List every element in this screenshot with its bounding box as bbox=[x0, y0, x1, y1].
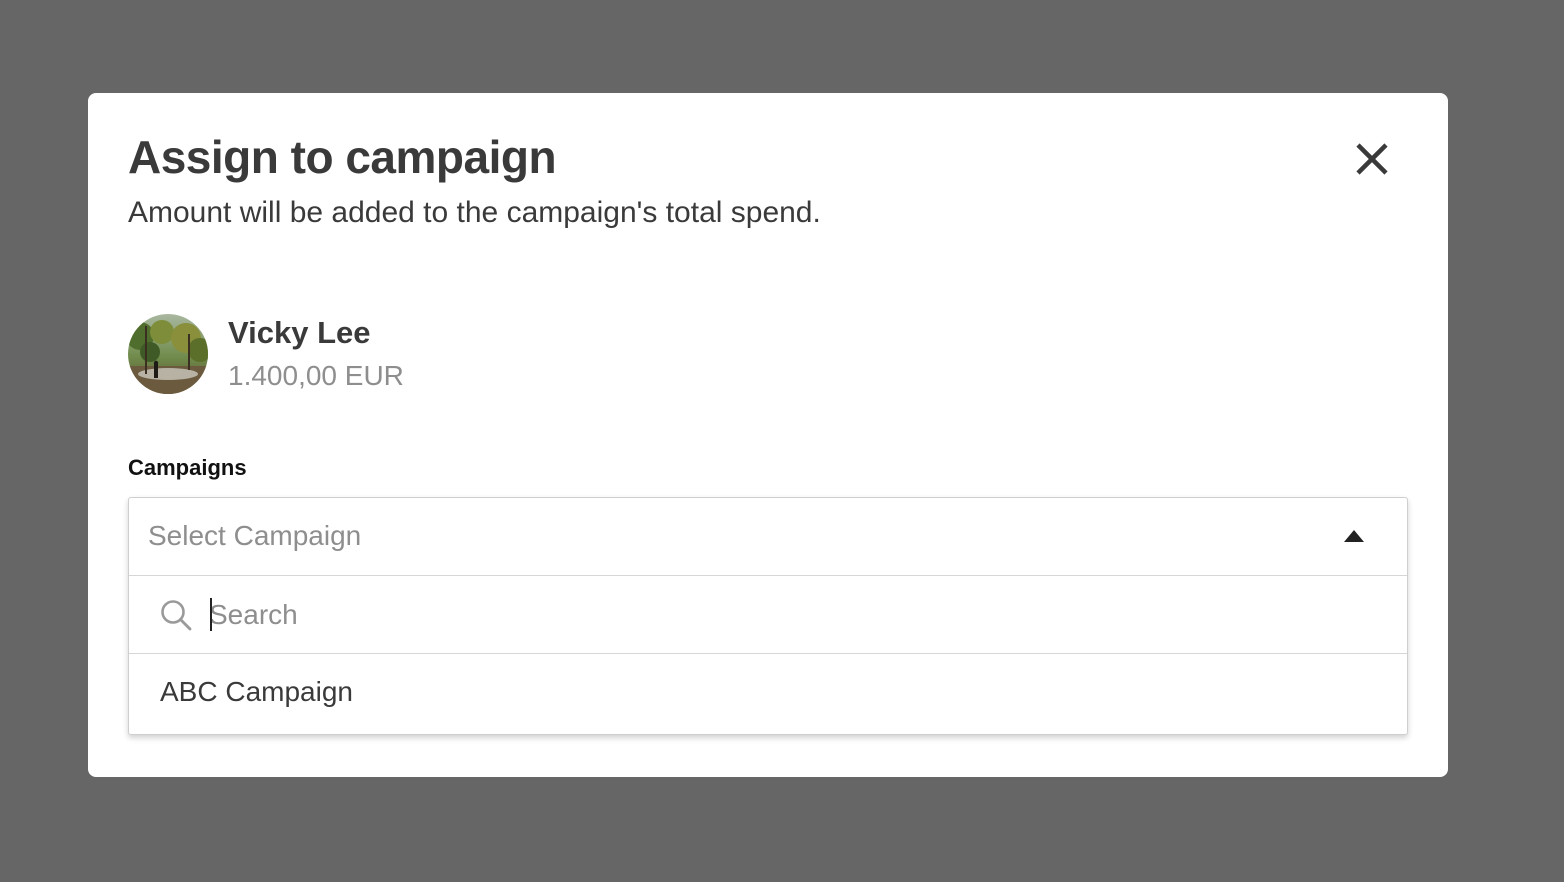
modal-subtitle: Amount will be added to the campaign's t… bbox=[128, 196, 821, 229]
avatar bbox=[128, 314, 208, 394]
assign-campaign-modal: Assign to campaign Amount will be added … bbox=[88, 93, 1448, 777]
text-cursor bbox=[210, 598, 212, 631]
campaign-option[interactable]: ABC Campaign bbox=[129, 654, 1407, 734]
creator-amount: 1.400,00 EUR bbox=[228, 360, 404, 391]
select-placeholder: Select Campaign bbox=[148, 520, 362, 551]
close-icon bbox=[1356, 143, 1388, 175]
search-icon bbox=[161, 600, 192, 631]
creator-name: Vicky Lee bbox=[228, 315, 371, 350]
campaign-search-row bbox=[129, 576, 1407, 654]
close-button[interactable] bbox=[1350, 137, 1394, 181]
campaign-option-label: ABC Campaign bbox=[160, 676, 353, 707]
campaign-select[interactable]: Select Campaign bbox=[129, 498, 1407, 576]
campaigns-label: Campaigns bbox=[128, 455, 247, 480]
caret-up-icon bbox=[1344, 530, 1364, 542]
campaign-dropdown: Select Campaign ABC Campaign bbox=[128, 497, 1408, 735]
campaign-search-input[interactable] bbox=[209, 594, 1359, 636]
modal-title: Assign to campaign bbox=[128, 131, 557, 183]
